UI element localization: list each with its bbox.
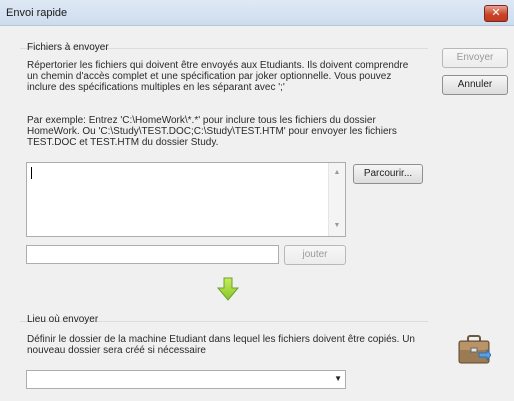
scroll-up-icon[interactable]: ▲ [329, 165, 345, 181]
destination-description: Définir le dossier de la machine Etudian… [27, 334, 415, 356]
file-list-textarea[interactable]: ▲ ▼ [26, 162, 346, 237]
green-down-arrow-icon [217, 277, 239, 301]
destination-group-title: Lieu où envoyer [27, 314, 99, 325]
file-list-scrollbar[interactable]: ▲ ▼ [328, 163, 345, 236]
files-description: Répertorier les fichiers qui doivent êtr… [27, 60, 409, 93]
scroll-down-icon[interactable]: ▼ [329, 218, 345, 234]
destination-select[interactable]: ▼ [26, 370, 346, 389]
quick-send-dialog: Envoi rapide ✕ Fichiers à envoyer Répert… [0, 0, 514, 401]
cancel-button[interactable]: Annuler [442, 75, 508, 95]
files-example: Par exemple: Entrez 'C:\HomeWork\*.*' po… [27, 115, 397, 148]
close-icon: ✕ [491, 7, 501, 19]
browse-button[interactable]: Parcourir... [353, 164, 423, 184]
files-group-title: Fichiers à envoyer [27, 42, 109, 53]
text-caret [31, 167, 32, 179]
chevron-down-icon[interactable]: ▼ [334, 374, 342, 383]
window-title: Envoi rapide [6, 7, 68, 19]
send-button[interactable]: Envoyer [442, 48, 508, 68]
add-button[interactable]: jouter [284, 245, 346, 265]
add-file-input[interactable] [26, 245, 279, 264]
close-button[interactable]: ✕ [484, 5, 508, 22]
briefcase-icon [458, 335, 491, 364]
title-bar: Envoi rapide ✕ [0, 0, 514, 26]
